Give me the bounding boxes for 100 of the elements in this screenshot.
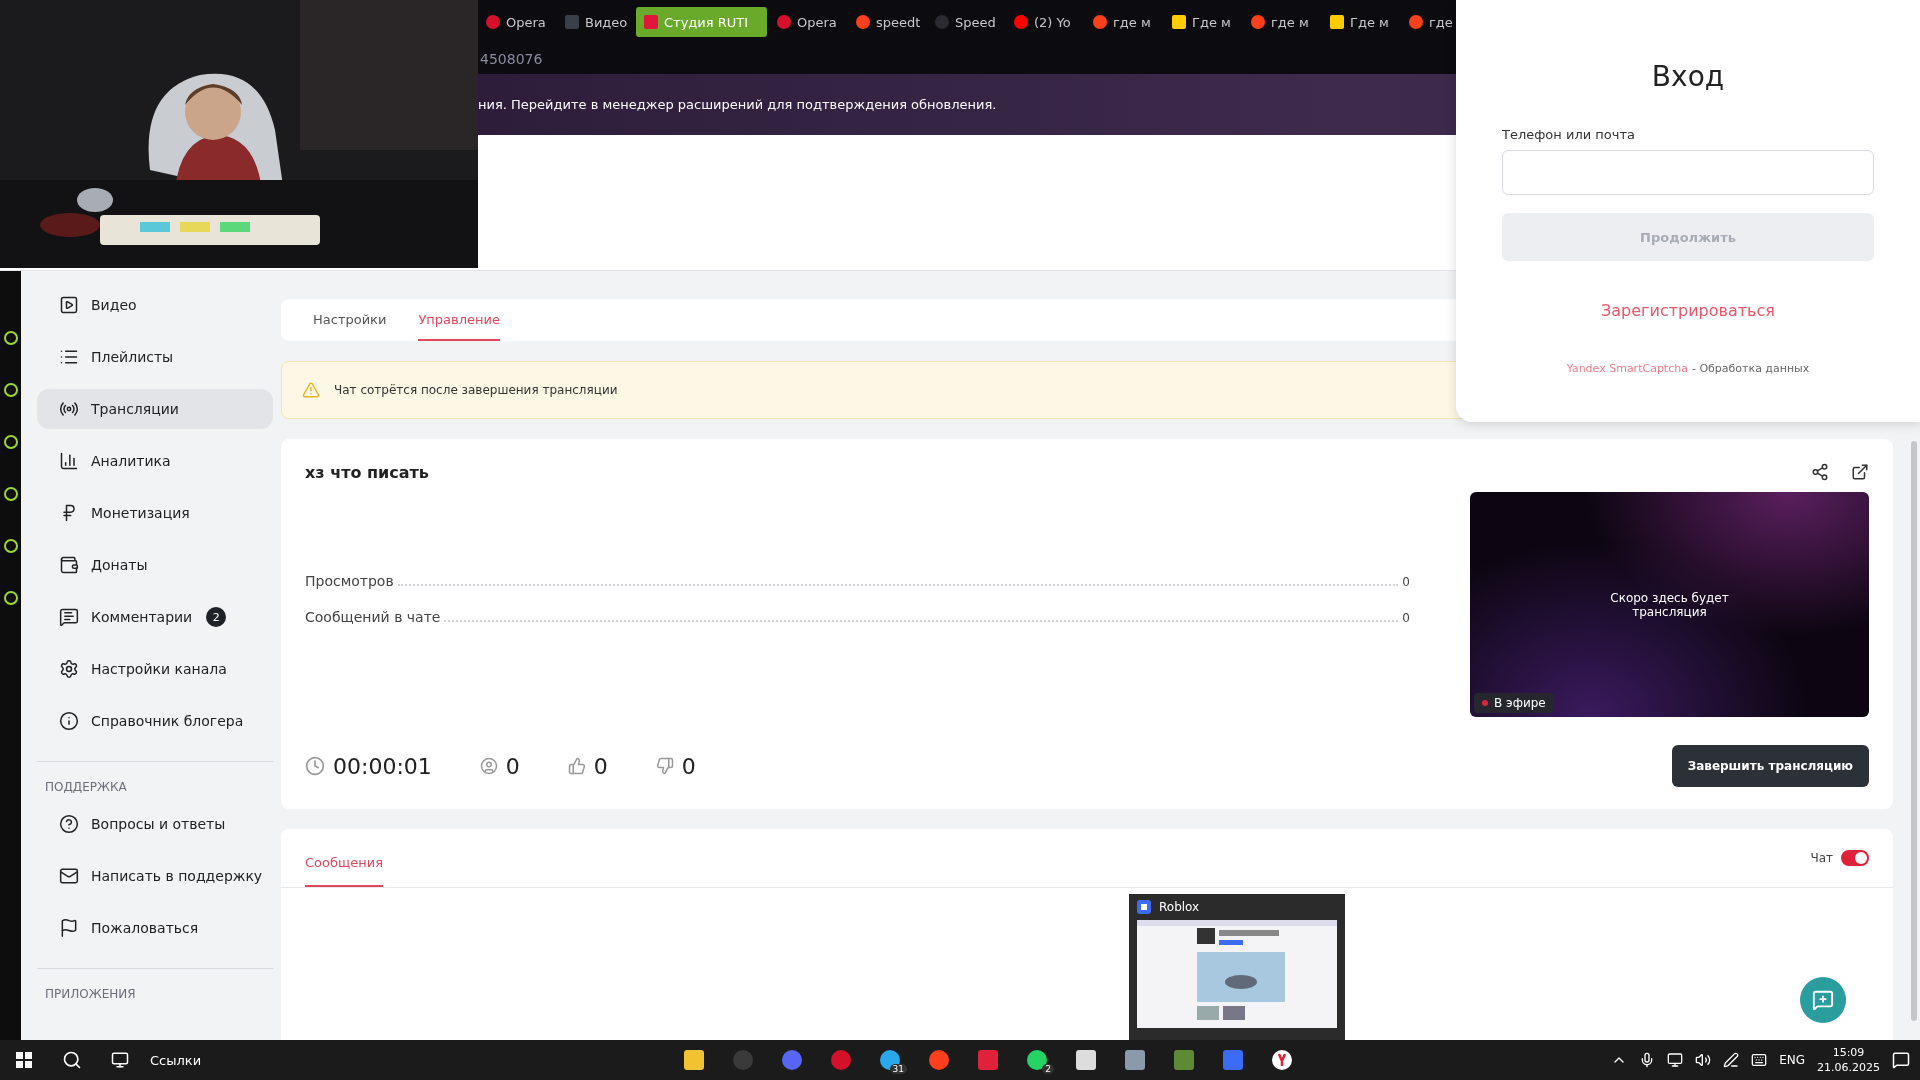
site-icon (644, 15, 658, 29)
thumbs-up-icon (567, 757, 586, 775)
browser-tab[interactable]: (2) Yo (1006, 7, 1083, 37)
scrollbar-thumb[interactable] (1911, 441, 1917, 1021)
field-label: Телефон или почта (1502, 127, 1636, 142)
sidebar-item[interactable]: Комментарии 2 (37, 597, 273, 637)
donations-icon (59, 555, 79, 575)
notification-icon[interactable] (1892, 1051, 1910, 1069)
app-icon[interactable] (3, 539, 18, 553)
site-icon (856, 15, 870, 29)
info-icon (59, 711, 79, 731)
clock-icon (305, 756, 325, 776)
comments-icon (59, 607, 79, 627)
sidebar-item[interactable]: Видео (37, 285, 273, 325)
taskbar-app-icon[interactable] (1074, 1048, 1098, 1072)
section-title: ПОДДЕРЖКА (44, 780, 128, 796)
keyboard-icon[interactable] (1751, 1052, 1768, 1068)
app-icon[interactable] (3, 383, 18, 397)
browser-tab[interactable]: где м (1243, 7, 1320, 37)
end-stream-button[interactable]: Завершить трансляцию (1671, 745, 1869, 787)
help-icon (59, 814, 79, 834)
sidebar-item[interactable]: Трансляции (37, 389, 273, 429)
chat-toggle[interactable] (1841, 850, 1869, 866)
preview-text: Скоро здесь будет трансляция (1609, 590, 1730, 619)
clock-date[interactable]: 21.06.2025 (1817, 1060, 1880, 1075)
taskbar-app-icon[interactable] (682, 1048, 706, 1072)
sidebar-item[interactable]: Монетизация (37, 493, 273, 533)
sidebar-item[interactable]: Аналитика (37, 441, 273, 481)
stream-title: хз что писать (305, 463, 430, 482)
page-tab[interactable]: Управление (418, 299, 500, 341)
browser-tab[interactable]: Где м (1164, 7, 1241, 37)
sidebar-item[interactable]: Написать в поддержку (37, 856, 273, 896)
messages-tab[interactable]: Сообщения (305, 829, 383, 887)
app-icon[interactable] (3, 435, 18, 449)
site-icon (1172, 15, 1186, 29)
update-notice: ния. Перейдите в менеджер расширений для подтверждения обновления. (478, 97, 997, 112)
count-badge: 2 (206, 607, 227, 627)
sidebar-item[interactable]: Вопросы и ответы (37, 804, 273, 844)
site-icon (1251, 15, 1265, 29)
settings-icon (59, 659, 79, 679)
browser-tab[interactable]: где м (1085, 7, 1162, 37)
taskbar-app-icon[interactable] (1270, 1048, 1294, 1072)
thumbs-down-icon (655, 757, 674, 775)
site-icon (486, 15, 500, 29)
site-icon (1330, 15, 1344, 29)
streams-icon (59, 399, 79, 419)
links-label[interactable]: Ссылки (150, 1052, 670, 1068)
window-preview[interactable]: Roblox (1129, 894, 1345, 1040)
speaker-icon[interactable] (1695, 1052, 1712, 1068)
preview-title: Roblox (1159, 900, 1200, 914)
chat-plus-icon (1812, 989, 1834, 1011)
duration-text: 00:00:01 (333, 753, 432, 779)
browser-tab[interactable]: Видео (557, 7, 634, 37)
analytics-icon (59, 451, 79, 471)
register-link[interactable]: Зарегистрироваться (1502, 301, 1874, 320)
taskbar-app-icon[interactable] (878, 1048, 902, 1072)
like-count: 0 (593, 753, 608, 779)
stat-label: Сообщений в чате (305, 608, 441, 625)
browser-tab[interactable]: speedt (848, 7, 925, 37)
phone-or-email-field[interactable] (1502, 150, 1874, 195)
browser-tab[interactable]: где (1401, 7, 1478, 37)
sidebar-item[interactable]: Настройки канала (37, 649, 273, 689)
section-title: ПРИЛОЖЕНИЯ (44, 987, 137, 1003)
viewer-count: 0 (505, 753, 520, 779)
chat-label: Чат (1810, 851, 1833, 865)
sidebar-item[interactable]: Справочник блогера (37, 701, 273, 741)
live-badge: В эфире (1474, 693, 1554, 713)
address-text: 4508076 (480, 51, 543, 67)
mail-icon (59, 866, 79, 886)
clock-time[interactable]: 15:09 (1832, 1045, 1865, 1060)
stat-value: 0 (1402, 574, 1410, 589)
app-badge: 31 (889, 1064, 907, 1074)
app-icon[interactable] (3, 487, 18, 501)
login-title: Вход (1650, 60, 1726, 93)
playlists-icon (59, 347, 79, 367)
browser-tab[interactable]: Где м (1322, 7, 1399, 37)
external-link-icon[interactable] (1851, 463, 1869, 481)
site-icon (935, 15, 949, 29)
taskbar-app-icon[interactable] (1123, 1048, 1147, 1072)
video-icon (59, 295, 79, 315)
browser-tab[interactable]: Speed (927, 7, 1004, 37)
site-icon (1093, 15, 1107, 29)
site-icon (777, 15, 791, 29)
taskbar-app-icon[interactable] (1025, 1048, 1049, 1072)
warning-text: Чат сотрётся после завершения трансляции (334, 383, 618, 397)
browser-tab[interactable]: Opera (478, 7, 555, 37)
language-indicator[interactable]: ENG (1779, 1053, 1805, 1067)
dislike-count: 0 (681, 753, 696, 779)
pen-icon[interactable] (1723, 1052, 1740, 1068)
app-icon[interactable] (3, 591, 18, 605)
site-icon (1014, 15, 1028, 29)
share-icon[interactable] (1811, 463, 1829, 481)
browser-tab[interactable]: Opera (769, 7, 846, 37)
app-icon[interactable] (3, 331, 18, 345)
sidebar-item[interactable]: Пожаловаться (37, 908, 273, 948)
flag-icon (59, 918, 79, 938)
page-tab[interactable]: Настройки (313, 299, 387, 341)
sidebar-item[interactable]: Донаты (37, 545, 273, 585)
stat-value: 0 (1402, 610, 1410, 625)
sidebar-item[interactable]: Плейлисты (37, 337, 273, 377)
